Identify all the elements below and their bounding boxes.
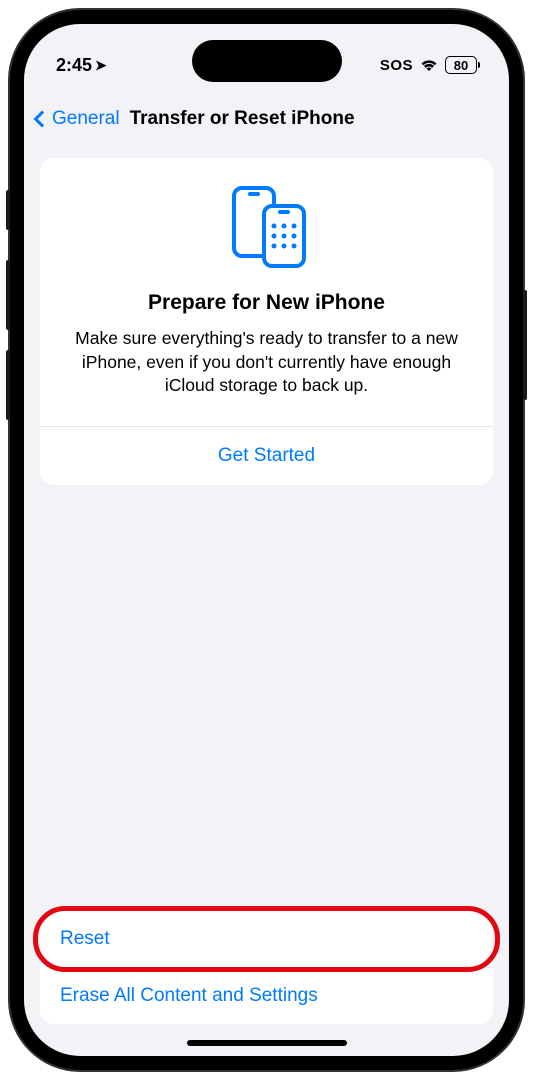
content: Prepare for New iPhone Make sure everyth… — [24, 144, 509, 1056]
dynamic-island — [192, 40, 342, 82]
volume-up — [6, 260, 10, 330]
screen: 2:45 ➤ SOS 80 General Transfer or Reset … — [24, 24, 509, 1056]
page-title: Transfer or Reset iPhone — [130, 108, 355, 130]
card-title: Prepare for New iPhone — [60, 291, 473, 315]
volume-down — [6, 350, 10, 420]
back-label: General — [52, 108, 120, 130]
chevron-left-icon — [34, 111, 51, 128]
nav-bar: General Transfer or Reset iPhone — [24, 94, 509, 144]
mute-switch — [6, 190, 10, 230]
actions-list: Reset Erase All Content and Settings — [40, 911, 493, 1024]
location-icon: ➤ — [95, 57, 107, 74]
battery-level: 80 — [454, 58, 468, 73]
get-started-button[interactable]: Get Started — [60, 427, 473, 485]
transfer-phones-icon — [60, 184, 473, 269]
home-indicator[interactable] — [187, 1040, 347, 1046]
prepare-card: Prepare for New iPhone Make sure everyth… — [40, 158, 493, 485]
card-description: Make sure everything's ready to transfer… — [60, 327, 473, 398]
battery-icon: 80 — [445, 56, 477, 74]
phone-frame: 2:45 ➤ SOS 80 General Transfer or Reset … — [10, 10, 523, 1070]
erase-button[interactable]: Erase All Content and Settings — [40, 968, 493, 1024]
back-button[interactable]: General — [36, 108, 120, 130]
power-button — [523, 290, 527, 400]
wifi-icon — [420, 58, 438, 72]
sos-label: SOS — [380, 57, 413, 74]
status-time: 2:45 — [56, 55, 92, 76]
reset-button[interactable]: Reset — [40, 911, 493, 967]
